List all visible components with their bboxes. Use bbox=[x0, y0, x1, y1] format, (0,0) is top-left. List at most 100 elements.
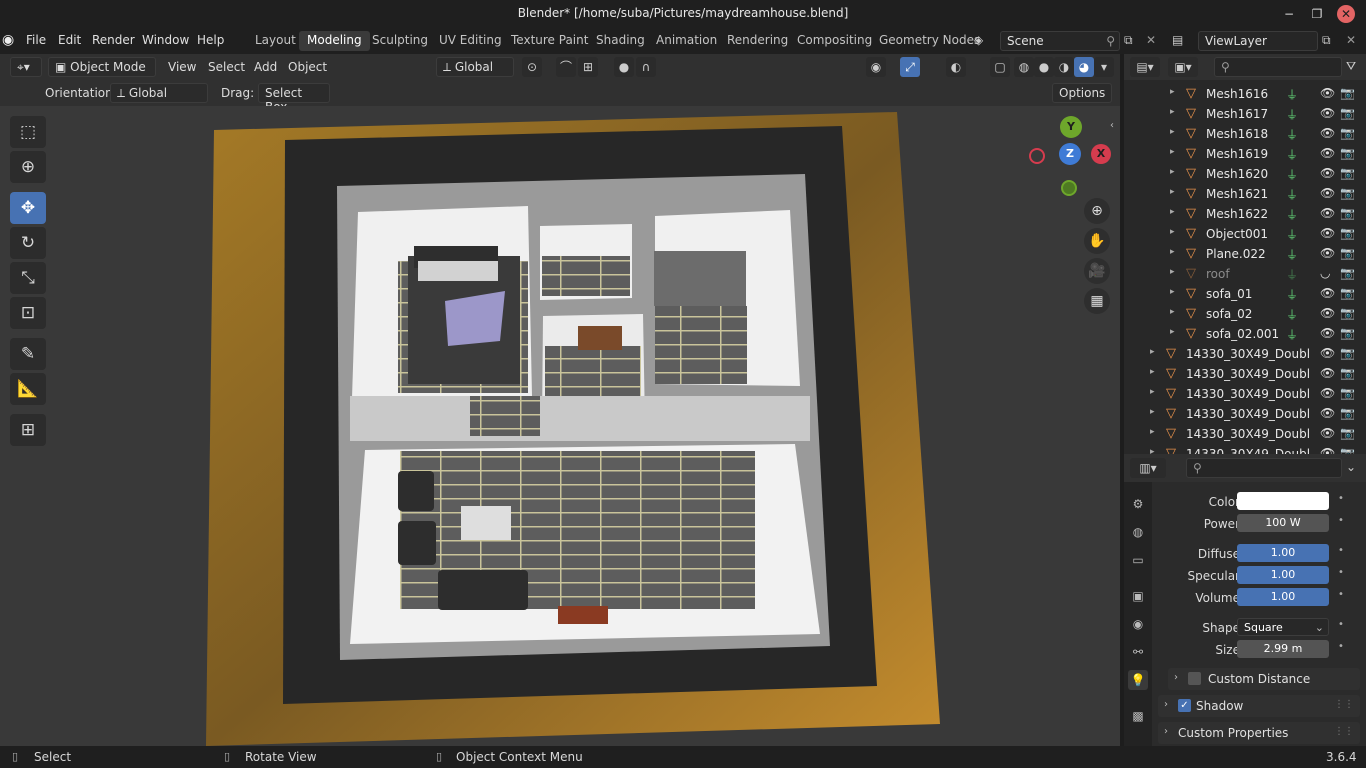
tab-rendering[interactable]: Rendering bbox=[719, 31, 796, 51]
drag-handle-icon[interactable]: ⋮⋮ bbox=[1334, 699, 1354, 710]
outliner-item-name[interactable]: 14330_30X49_Doubl bbox=[1186, 407, 1310, 421]
tab-compositing[interactable]: Compositing bbox=[789, 31, 880, 51]
camera-render-icon[interactable]: 📷 bbox=[1340, 446, 1355, 454]
mesh-data-icon[interactable]: ⏚ bbox=[1286, 266, 1298, 283]
custom-distance-panel[interactable]: › Custom Distance bbox=[1168, 668, 1360, 690]
tab-modeling[interactable]: Modeling bbox=[299, 31, 370, 51]
scale-icon[interactable]: ⤡ bbox=[10, 262, 46, 294]
expand-arrow-icon[interactable]: ▸ bbox=[1170, 87, 1175, 97]
axis-neg-y-button[interactable] bbox=[1061, 180, 1077, 196]
keyframe-dot-icon[interactable]: • bbox=[1338, 545, 1344, 556]
cursor-icon[interactable]: ⊕ bbox=[10, 151, 46, 183]
tab-animation[interactable]: Animation bbox=[648, 31, 725, 51]
camera-render-icon[interactable]: 📷 bbox=[1340, 86, 1355, 100]
keyframe-dot-icon[interactable]: • bbox=[1338, 589, 1344, 600]
keyframe-dot-icon[interactable]: • bbox=[1338, 493, 1344, 504]
expand-arrow-icon[interactable]: ▸ bbox=[1170, 167, 1175, 177]
render-tab-icon[interactable]: ⚙ bbox=[1128, 494, 1148, 514]
maximize-button[interactable]: ❐ bbox=[1308, 5, 1326, 23]
mode-dropdown[interactable]: ▣ Object Mode bbox=[48, 57, 156, 77]
camera-render-icon[interactable]: 📷 bbox=[1340, 346, 1355, 360]
scene-selector[interactable]: Scene ⚲ bbox=[1000, 31, 1120, 51]
eye-icon[interactable]: 👁 bbox=[1320, 446, 1335, 454]
blender-logo-icon[interactable]: ◉ bbox=[2, 32, 18, 48]
display-mode-icon[interactable]: ▣▾ bbox=[1168, 57, 1198, 77]
rotate-icon[interactable]: ↻ bbox=[10, 227, 46, 259]
menu-window[interactable]: Window bbox=[142, 33, 189, 47]
view-menu[interactable]: View bbox=[168, 60, 196, 74]
outliner-item-name[interactable]: Mesh1618 bbox=[1206, 127, 1268, 141]
camera-render-icon[interactable]: 📷 bbox=[1340, 206, 1355, 220]
object-menu[interactable]: Object bbox=[288, 60, 327, 74]
visibility-icon[interactable]: ◉ bbox=[866, 57, 886, 77]
outliner-item[interactable]: ▸ ▽ sofa_02.001 ⏚ 👁 📷 bbox=[1124, 324, 1366, 344]
camera-render-icon[interactable]: 📷 bbox=[1340, 246, 1355, 260]
eye-icon[interactable]: ◡ bbox=[1320, 266, 1330, 280]
close-button[interactable]: ✕ bbox=[1337, 5, 1355, 23]
eye-icon[interactable]: 👁 bbox=[1320, 86, 1335, 100]
eye-icon[interactable]: 👁 bbox=[1320, 426, 1335, 440]
editor-type-button[interactable]: ⌖▾ bbox=[10, 57, 42, 77]
shape-dropdown[interactable]: Square ⌄ bbox=[1237, 618, 1329, 636]
mesh-data-icon[interactable]: ⏚ bbox=[1286, 146, 1298, 163]
expand-arrow-icon[interactable]: ▸ bbox=[1170, 267, 1175, 277]
mesh-data-icon[interactable]: ⏚ bbox=[1286, 126, 1298, 143]
tab-layout[interactable]: Layout bbox=[247, 31, 304, 51]
xray-icon[interactable]: ▢ bbox=[990, 57, 1010, 77]
shadow-panel[interactable]: › ✓ Shadow ⋮⋮ bbox=[1158, 695, 1360, 717]
expand-arrow-icon[interactable]: ▸ bbox=[1170, 127, 1175, 137]
filter-icon[interactable]: ⛛ bbox=[1346, 59, 1356, 74]
outliner-item[interactable]: ▸ ▽ sofa_01 ⏚ 👁 📷 bbox=[1124, 284, 1366, 304]
outliner-item[interactable]: ▸ ▽ 14330_30X49_Doubl 👁 📷 bbox=[1124, 344, 1366, 364]
pin-icon[interactable]: ⚲ bbox=[1106, 34, 1115, 48]
texture-tab-icon[interactable]: ▩ bbox=[1128, 706, 1148, 726]
menu-help[interactable]: Help bbox=[197, 33, 224, 47]
outliner-item-name[interactable]: 14330_30X49_Doubl bbox=[1186, 447, 1310, 454]
outliner-item[interactable]: ▸ ▽ Plane.022 ⏚ 👁 📷 bbox=[1124, 244, 1366, 264]
collection-tab-icon[interactable]: ▭ bbox=[1128, 550, 1148, 570]
camera-render-icon[interactable]: 📷 bbox=[1340, 406, 1355, 420]
light-data-tab-icon[interactable]: 💡 bbox=[1128, 670, 1148, 690]
expand-arrow-icon[interactable]: ▸ bbox=[1150, 367, 1155, 377]
eye-icon[interactable]: 👁 bbox=[1320, 106, 1335, 120]
expand-arrow-icon[interactable]: ▸ bbox=[1170, 327, 1175, 337]
eye-icon[interactable]: 👁 bbox=[1320, 286, 1335, 300]
drag-dropdown[interactable]: Select Box bbox=[258, 83, 330, 114]
outliner-item-name[interactable]: roof bbox=[1206, 267, 1230, 281]
tab-geometry-nodes[interactable]: Geometry Nodes bbox=[871, 31, 988, 51]
power-field[interactable]: 100 W bbox=[1237, 514, 1329, 532]
minimize-button[interactable]: − bbox=[1280, 5, 1298, 23]
menu-edit[interactable]: Edit bbox=[58, 33, 81, 47]
expand-arrow-icon[interactable]: ▸ bbox=[1150, 447, 1155, 454]
outliner-item[interactable]: ▸ ▽ Mesh1619 ⏚ 👁 📷 bbox=[1124, 144, 1366, 164]
properties-options-icon[interactable]: ⌄ bbox=[1346, 460, 1356, 474]
keyframe-dot-icon[interactable]: • bbox=[1338, 567, 1344, 578]
outliner-item-name[interactable]: sofa_01 bbox=[1206, 287, 1252, 301]
expand-arrow-icon[interactable]: ▸ bbox=[1170, 307, 1175, 317]
solid-shading-icon[interactable]: ● bbox=[1034, 57, 1054, 77]
keyframe-dot-icon[interactable]: • bbox=[1338, 619, 1344, 630]
mesh-data-icon[interactable]: ⏚ bbox=[1286, 106, 1298, 123]
add-cube-icon[interactable]: ⊞ bbox=[10, 414, 46, 446]
move-icon[interactable]: ✥ bbox=[10, 192, 46, 224]
menu-render[interactable]: Render bbox=[92, 33, 135, 47]
expand-arrow-icon[interactable]: ▸ bbox=[1170, 147, 1175, 157]
add-menu[interactable]: Add bbox=[254, 60, 277, 74]
expand-arrow-icon[interactable]: ▸ bbox=[1170, 107, 1175, 117]
scene-icon[interactable]: ◈ bbox=[974, 33, 983, 47]
camera-render-icon[interactable]: 📷 bbox=[1340, 386, 1355, 400]
mesh-data-icon[interactable]: ⏚ bbox=[1286, 206, 1298, 223]
outliner-item-name[interactable]: Mesh1616 bbox=[1206, 87, 1268, 101]
outliner-item[interactable]: ▸ ▽ Mesh1621 ⏚ 👁 📷 bbox=[1124, 184, 1366, 204]
expand-arrow-icon[interactable]: ▸ bbox=[1170, 247, 1175, 257]
outliner-item-name[interactable]: Mesh1617 bbox=[1206, 107, 1268, 121]
falloff-icon[interactable]: ∩ bbox=[636, 57, 656, 77]
volume-field[interactable]: 1.00 bbox=[1237, 588, 1329, 606]
camera-render-icon[interactable]: 📷 bbox=[1340, 166, 1355, 180]
eye-icon[interactable]: 👁 bbox=[1320, 186, 1335, 200]
outliner-item[interactable]: ▸ ▽ sofa_02 ⏚ 👁 📷 bbox=[1124, 304, 1366, 324]
specular-field[interactable]: 1.00 bbox=[1237, 566, 1329, 584]
snap-target-icon[interactable]: ⊞ bbox=[578, 57, 598, 77]
wireframe-shading-icon[interactable]: ◍ bbox=[1014, 57, 1034, 77]
properties-search-input[interactable]: ⚲ bbox=[1186, 458, 1342, 478]
